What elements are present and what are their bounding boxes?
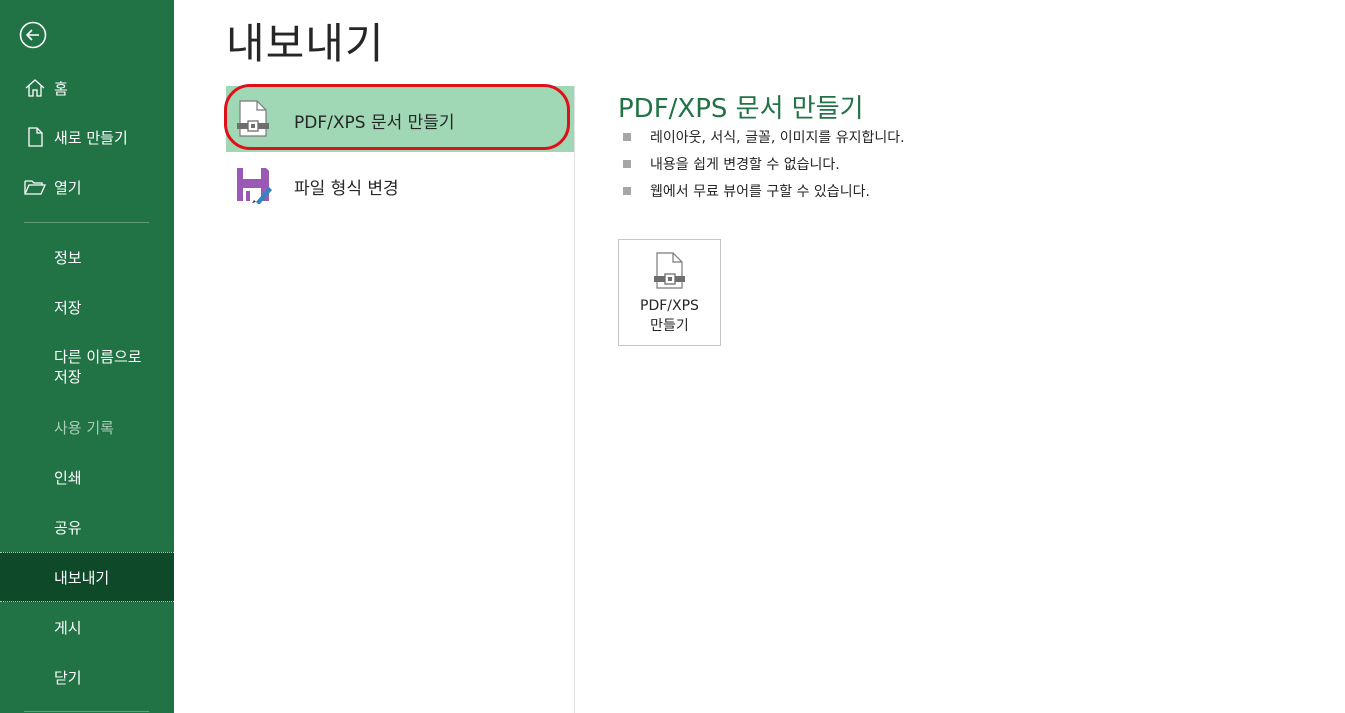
nav-publish[interactable]: 게시 [0, 603, 174, 651]
nav-close[interactable]: 닫기 [0, 653, 174, 701]
detail-title: PDF/XPS 문서 만들기 [618, 94, 864, 124]
back-arrow-icon [19, 21, 47, 49]
page-title: 내보내기 [226, 19, 385, 68]
bullet-text: 내용을 쉽게 변경할 수 없습니다. [650, 157, 840, 173]
bullet-item: 내용을 쉽게 변경할 수 없습니다. [618, 155, 905, 182]
backstage-sidebar: 홈 새로 만들기 열기 정보 저장 다른 이름으로 저장 사용 기록 인쇄 공유… [0, 0, 174, 713]
nav-info-label: 정보 [54, 248, 82, 267]
nav-close-label: 닫기 [54, 668, 82, 687]
vertical-divider [574, 86, 575, 713]
back-button[interactable] [18, 20, 47, 49]
export-options-list: PDF/XPS 문서 만들기 파일 형식 변경 [226, 86, 574, 218]
home-icon [25, 79, 45, 97]
nav-save-as-label: 다른 이름으로 저장 [54, 348, 142, 386]
nav-export-label: 내보내기 [54, 568, 110, 587]
nav-new-label: 새로 만들기 [54, 128, 128, 147]
nav-print-label: 인쇄 [54, 468, 82, 487]
bullet-square-icon [623, 187, 631, 195]
new-file-icon [28, 127, 43, 147]
option-change-file-type[interactable]: 파일 형식 변경 [226, 152, 574, 218]
nav-export[interactable]: 내보내기 [0, 552, 174, 602]
nav-open[interactable]: 열기 [0, 163, 174, 211]
nav-save-as[interactable]: 다른 이름으로 저장 [0, 338, 174, 396]
create-pdf-xps-button[interactable]: PDF/XPS 만들기 [618, 239, 721, 346]
bullet-text: 웹에서 무료 뷰어를 구할 수 있습니다. [650, 184, 870, 200]
nav-share[interactable]: 공유 [0, 503, 174, 551]
nav-home[interactable]: 홈 [0, 64, 174, 112]
bullet-square-icon [623, 160, 631, 168]
nav-new[interactable]: 새로 만들기 [0, 113, 174, 161]
option-create-pdf-xps[interactable]: PDF/XPS 문서 만들기 [226, 86, 574, 152]
nav-history: 사용 기록 [0, 403, 174, 451]
nav-save-label: 저장 [54, 298, 82, 317]
nav-publish-label: 게시 [54, 618, 82, 637]
option-change-file-type-label: 파일 형식 변경 [294, 179, 399, 199]
create-pdf-xps-button-label: PDF/XPS 만들기 [640, 298, 699, 334]
nav-home-label: 홈 [54, 79, 68, 98]
nav-divider-bottom [24, 711, 149, 712]
nav-share-label: 공유 [54, 518, 82, 537]
save-as-format-icon [237, 168, 272, 204]
nav-open-label: 열기 [54, 178, 82, 197]
detail-bullets: 레이아웃, 서식, 글꼴, 이미지를 유지합니다. 내용을 쉽게 변경할 수 없… [618, 128, 905, 209]
nav-save[interactable]: 저장 [0, 283, 174, 331]
bullet-square-icon [623, 133, 631, 141]
nav-history-label: 사용 기록 [54, 418, 114, 437]
nav-info[interactable]: 정보 [0, 233, 174, 281]
nav-divider [24, 222, 149, 223]
bullet-text: 레이아웃, 서식, 글꼴, 이미지를 유지합니다. [650, 130, 905, 146]
open-folder-icon [24, 180, 46, 195]
bullet-item: 웹에서 무료 뷰어를 구할 수 있습니다. [618, 182, 905, 209]
pdf-document-icon [654, 252, 685, 289]
option-create-pdf-xps-label: PDF/XPS 문서 만들기 [294, 113, 455, 133]
nav-print[interactable]: 인쇄 [0, 453, 174, 501]
pdf-document-icon [237, 100, 269, 137]
bullet-item: 레이아웃, 서식, 글꼴, 이미지를 유지합니다. [618, 128, 905, 155]
